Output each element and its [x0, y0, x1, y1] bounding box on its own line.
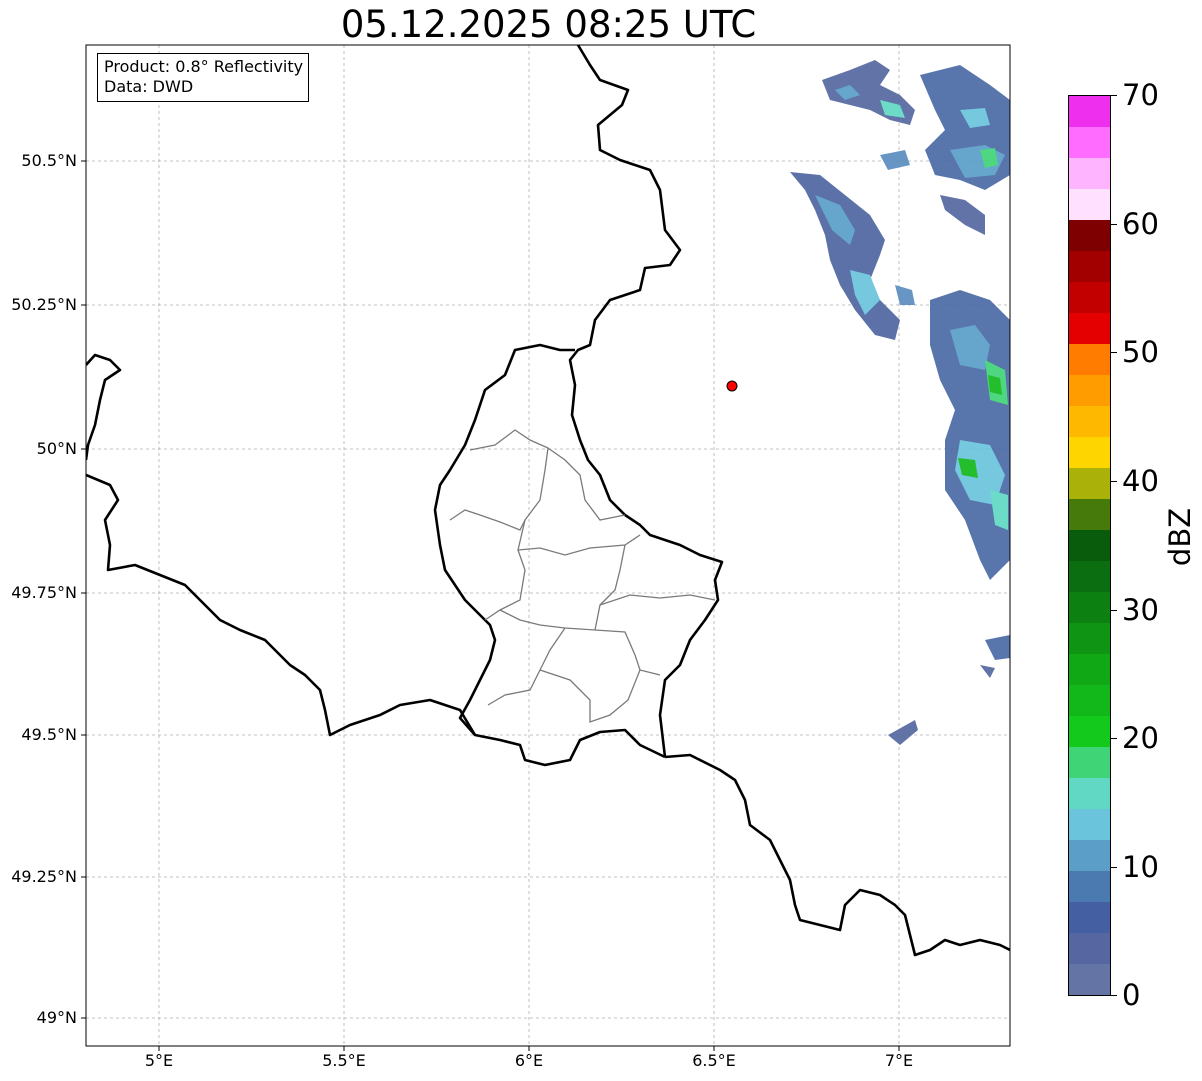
colorbar-label: 40	[1122, 464, 1159, 498]
colorbar-segment	[1069, 685, 1110, 716]
colorbar-label: 60	[1122, 207, 1159, 241]
colorbar-tick	[1111, 481, 1117, 482]
colorbar-segment	[1069, 623, 1110, 654]
colorbar-tick	[1111, 224, 1117, 225]
colorbar-segment	[1069, 437, 1110, 468]
colorbar-segment	[1069, 499, 1110, 530]
colorbar-segment	[1069, 313, 1110, 344]
colorbar-label: 50	[1122, 335, 1159, 369]
colorbar-label: 20	[1122, 721, 1159, 755]
colorbar-segment	[1069, 530, 1110, 561]
map-background	[86, 45, 1010, 1046]
colorbar-segment	[1069, 964, 1110, 995]
product-info-box: Product: 0.8° Reflectivity Data: DWD	[97, 53, 310, 102]
lat-label: 50.5°N	[21, 151, 77, 170]
colorbar-segment	[1069, 871, 1110, 902]
colorbar-tick	[1111, 610, 1117, 611]
colorbar-segment	[1069, 778, 1110, 809]
lat-label: 49°N	[36, 1008, 77, 1027]
colorbar-segment	[1069, 809, 1110, 840]
lon-label: 6°E	[514, 1051, 544, 1070]
lon-label: 6.5°E	[692, 1051, 736, 1070]
lat-label: 49.75°N	[11, 583, 77, 602]
colorbar-segment	[1069, 189, 1110, 220]
colorbar-segment	[1069, 251, 1110, 282]
colorbar-segment	[1069, 716, 1110, 747]
data-source-label: Data: DWD	[104, 77, 194, 96]
colorbar-unit-label: dBZ	[1163, 507, 1197, 567]
colorbar-segment	[1069, 654, 1110, 685]
lon-label: 5.5°E	[322, 1051, 366, 1070]
colorbar-segment	[1069, 561, 1110, 592]
radar-site-marker	[726, 380, 738, 392]
colorbar-tick	[1111, 738, 1117, 739]
colorbar-segment	[1069, 840, 1110, 871]
colorbar-segment	[1069, 933, 1110, 964]
colorbar-segment	[1069, 468, 1110, 499]
lat-label: 50.25°N	[11, 295, 77, 314]
colorbar-segment	[1069, 220, 1110, 251]
colorbar-segment	[1069, 127, 1110, 158]
lat-label: 49.25°N	[11, 867, 77, 886]
colorbar-segment	[1069, 747, 1110, 778]
colorbar-tick	[1111, 995, 1117, 996]
colorbar-label: 0	[1122, 978, 1141, 1012]
colorbar-label: 70	[1122, 78, 1159, 112]
colorbar-segment	[1069, 158, 1110, 189]
colorbar-segment	[1069, 902, 1110, 933]
colorbar-tick	[1111, 867, 1117, 868]
colorbar-segment	[1069, 375, 1110, 406]
colorbar-segment	[1069, 282, 1110, 313]
lon-label: 5°E	[144, 1051, 174, 1070]
colorbar-label: 10	[1122, 850, 1159, 884]
colorbar-segment	[1069, 592, 1110, 623]
colorbar	[1068, 95, 1111, 996]
colorbar-segment	[1069, 344, 1110, 375]
colorbar-tick	[1111, 352, 1117, 353]
product-label: Product: 0.8° Reflectivity	[104, 57, 304, 76]
colorbar-segment	[1069, 96, 1110, 127]
radar-map	[81, 44, 1011, 1051]
lon-label: 7°E	[884, 1051, 914, 1070]
colorbar-tick	[1111, 95, 1117, 96]
lat-label: 49.5°N	[21, 725, 77, 744]
lat-label: 50°N	[36, 439, 77, 458]
colorbar-segment	[1069, 406, 1110, 437]
colorbar-label: 30	[1122, 593, 1159, 627]
